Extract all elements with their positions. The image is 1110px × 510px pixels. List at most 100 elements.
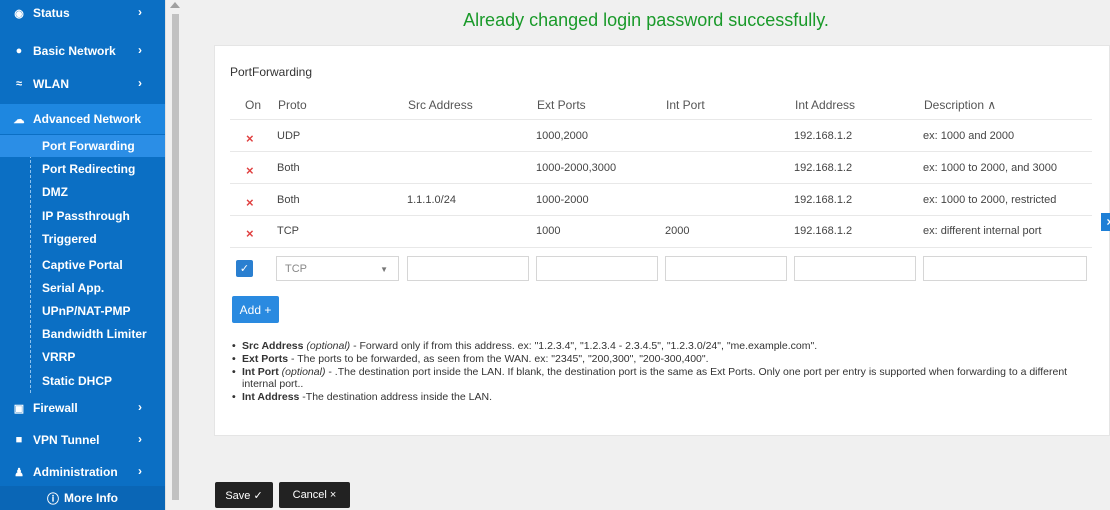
int-address-input[interactable] — [794, 256, 916, 281]
vpn-icon: ■ — [15, 434, 23, 446]
check-icon: ✓ — [239, 263, 250, 275]
add-button[interactable]: Add + — [232, 296, 279, 323]
cell-ext: 1000 — [536, 225, 561, 237]
cell-src: 1.1.1.0/24 — [407, 194, 456, 206]
nav-label: WLAN — [33, 77, 69, 91]
sub-port-forwarding[interactable]: Port Forwarding — [0, 135, 165, 157]
chevron-right-icon: › — [138, 5, 142, 19]
cell-proto: Both — [277, 194, 300, 206]
cell-ext: 1000-2000 — [536, 194, 589, 206]
chevron-right-icon: › — [138, 400, 142, 414]
note-term: Int Port — [242, 366, 279, 378]
help-notes: Src Address (optional) - Forward only if… — [232, 340, 1102, 404]
sub-triggered[interactable]: Triggered — [0, 228, 165, 250]
nav-basic-network[interactable]: ● Basic Network › — [0, 38, 165, 64]
scroll-thumb[interactable] — [172, 14, 179, 500]
note-text: - Forward only if from this address. ex:… — [350, 340, 818, 352]
scroll-up-arrow-icon[interactable] — [170, 2, 180, 8]
more-info-label: More Info — [64, 491, 118, 505]
note-item: Ext Ports - The ports to be forwarded, a… — [232, 353, 1102, 365]
globe-icon: ● — [15, 45, 23, 57]
sub-captive-portal[interactable]: Captive Portal — [0, 254, 165, 276]
nav-wlan[interactable]: ≈ WLAN › — [0, 71, 165, 97]
note-term: Src Address — [242, 340, 304, 352]
cell-desc: ex: 1000 and 2000 — [923, 130, 1015, 142]
cell-proto: Both — [277, 162, 300, 174]
ext-ports-input[interactable] — [536, 256, 658, 281]
sub-vrrp[interactable]: VRRP — [0, 346, 165, 368]
cell-int-addr: 192.168.1.2 — [794, 162, 853, 174]
remove-row-button[interactable]: × — [1101, 213, 1110, 231]
sub-port-redirecting[interactable]: Port Redirecting — [0, 158, 165, 180]
col-ext-ports: Ext Ports — [537, 98, 586, 112]
nav-status[interactable]: ◉ Status › — [0, 0, 165, 26]
proto-select-value: TCP — [285, 262, 307, 275]
row-divider — [230, 247, 1092, 248]
note-item: Int Address -The destination address ins… — [232, 391, 1102, 403]
status-message: Already changed login password successfu… — [463, 9, 829, 30]
row-divider — [230, 119, 1092, 120]
nav-firewall[interactable]: ▣ Firewall › — [0, 395, 165, 421]
int-port-input[interactable] — [665, 256, 787, 281]
save-button[interactable]: Save ✓ — [215, 482, 273, 508]
sub-upnp[interactable]: UPnP/NAT-PMP — [0, 300, 165, 322]
delete-row-icon[interactable]: × — [246, 195, 254, 210]
col-description[interactable]: Description ∧ — [924, 98, 996, 112]
delete-row-icon[interactable]: × — [246, 226, 254, 241]
chevron-right-icon: › — [138, 464, 142, 478]
cancel-button[interactable]: Cancel × — [279, 482, 350, 508]
nav-label: Advanced Network — [33, 112, 142, 126]
description-input[interactable] — [923, 256, 1087, 281]
nav-label: Administration — [33, 465, 118, 479]
nav-vpn-tunnel[interactable]: ■ VPN Tunnel › — [0, 427, 165, 453]
cell-int-addr: 192.168.1.2 — [794, 130, 853, 142]
note-item: Src Address (optional) - Forward only if… — [232, 340, 1102, 352]
col-int-address: Int Address — [795, 98, 856, 112]
cell-proto: UDP — [277, 130, 301, 142]
wifi-icon: ≈ — [15, 78, 23, 90]
col-src-address: Src Address — [408, 98, 473, 112]
cell-int-port: 2000 — [665, 225, 690, 237]
note-qualifier: (optional) — [306, 340, 351, 352]
card-title: PortForwarding — [230, 65, 313, 79]
proto-select[interactable]: TCP ▼ — [276, 256, 399, 281]
new-row-enabled-checkbox[interactable]: ✓ — [236, 260, 253, 277]
col-int-port: Int Port — [666, 98, 705, 112]
cell-ext: 1000,2000 — [536, 130, 588, 142]
row-divider — [230, 183, 1092, 184]
col-on: On — [245, 98, 262, 112]
sub-static-dhcp[interactable]: Static DHCP — [0, 370, 165, 392]
nav-label: Status — [33, 6, 70, 20]
src-address-input[interactable] — [407, 256, 529, 281]
row-divider — [230, 151, 1092, 152]
note-term: Int Address — [242, 391, 300, 403]
sidebar: ◉ Status › ● Basic Network › ≈ WLAN › ☁ … — [0, 0, 165, 510]
more-info-link[interactable]: ⓘ More Info — [0, 486, 165, 510]
cell-int-addr: 192.168.1.2 — [794, 194, 853, 206]
delete-row-icon[interactable]: × — [246, 131, 254, 146]
cell-int-addr: 192.168.1.2 — [794, 225, 853, 237]
chevron-right-icon: › — [138, 43, 142, 57]
nav-administration[interactable]: ♟ Administration › — [0, 459, 165, 485]
sub-dmz[interactable]: DMZ — [0, 181, 165, 203]
nav-label: Firewall — [33, 401, 78, 415]
note-term: Ext Ports — [242, 353, 289, 365]
cell-proto: TCP — [277, 225, 299, 237]
cell-desc: ex: 1000 to 2000, restricted — [923, 194, 1057, 206]
sub-serial-app[interactable]: Serial App. — [0, 277, 165, 299]
sub-bandwidth-limiter[interactable]: Bandwidth Limiter — [0, 323, 165, 345]
cell-ext: 1000-2000,3000 — [536, 162, 617, 174]
chevron-right-icon: › — [138, 432, 142, 446]
nav-advanced-network[interactable]: ☁ Advanced Network — [0, 104, 165, 134]
note-text: -The destination address inside the LAN. — [299, 391, 492, 403]
sub-ip-passthrough[interactable]: IP Passthrough — [0, 205, 165, 227]
firewall-icon: ▣ — [13, 402, 25, 415]
caret-down-icon: ▼ — [380, 265, 388, 274]
note-text: - .The destination port inside the LAN. … — [242, 366, 1068, 390]
row-divider — [230, 215, 1092, 216]
delete-row-icon[interactable]: × — [246, 163, 254, 178]
note-item: Int Port (optional) - .The destination p… — [232, 366, 1102, 390]
info-icon: ⓘ — [46, 491, 59, 506]
nav-label: VPN Tunnel — [33, 433, 100, 447]
note-text: - The ports to be forwarded, as seen fro… — [288, 353, 709, 365]
